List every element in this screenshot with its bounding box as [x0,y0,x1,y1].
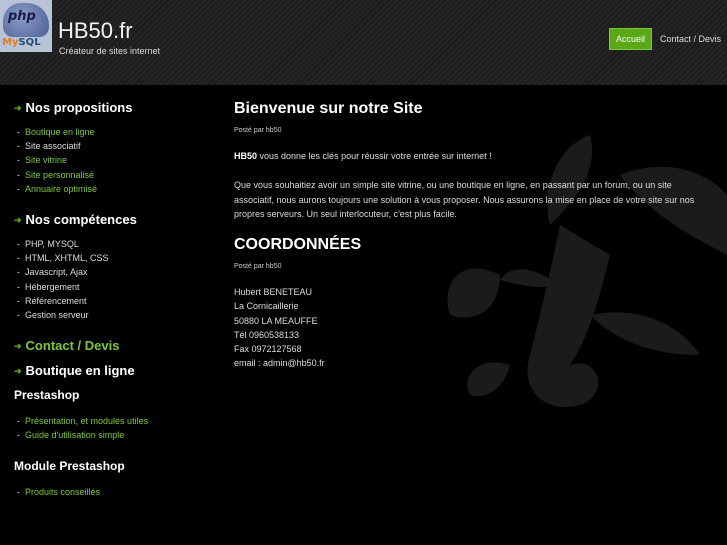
list-item: PHP, MYSQL [14,237,214,251]
competences-list: PHP, MYSQL HTML, XHTML, CSS Javascript, … [14,237,214,322]
list-item: HTML, XHTML, CSS [14,251,214,265]
propositions-list: Boutique en ligne Site associatif Site v… [14,125,214,196]
page-title: Bienvenue sur notre Site [234,100,423,117]
sidebar-item-guide[interactable]: Guide d'utilisation simple [14,428,214,442]
logo-php-text: php [8,9,36,24]
list-item: Référencement [14,294,214,308]
address-line: 50880 LA MEAUFFE [234,315,318,326]
sidebar-item-presentation[interactable]: Présentation, et modules utiles [14,414,214,428]
address-line: Fax 0972127568 [234,344,302,354]
sidebar-item-vitrine[interactable]: Site vitrine [14,153,214,167]
intro-brand: HB50 [234,151,258,161]
nav-accueil[interactable]: Accueil [608,28,652,50]
address-line: La Cornicaillerie [234,301,299,312]
heading-prestashop: Prestashop [14,388,80,403]
heading-competences: Nos compétences [14,212,214,227]
prestashop-list: Présentation, et modules utiles Guide d'… [14,414,214,442]
logo-sql: SQL [18,37,41,48]
logo-my: My [2,37,19,48]
posted-by: Posté par hb50 [234,263,282,271]
heading-propositions: Nos propositions [14,100,214,115]
address-line: email : admin@hb50.fr [234,358,325,369]
address-line: Hubert BENETEAU [234,287,313,298]
sidebar-item-produits[interactable]: Produits conseillés [14,485,214,499]
address-line: Tél 0960538133 [234,329,300,340]
site-tagline: Créateur de sites internet [59,46,161,56]
intro-paragraph: HB50 vous donne les clés pour réussir vo… [234,149,714,163]
posted-by: Posté par hb50 [234,127,282,134]
intro-text: vous donne les clés pour réussir votre e… [257,151,492,161]
logo-mysql-text: MySQL [2,37,41,48]
sidebar-item-personnalise[interactable]: Site personnalisé [14,168,214,182]
module-list: Produits conseillés [14,485,214,499]
sidebar-item-annuaire[interactable]: Annuaire optimisé [14,182,214,196]
list-item: Hébergement [14,280,214,294]
top-nav: Accueil Contact / Devis [608,28,721,50]
heading-module-prestashop: Module Prestashop [14,458,125,473]
list-item: Javascript, Ajax [14,265,214,279]
coordinates-title: COORDONNÉES [234,236,362,254]
body-paragraph: Que vous souhaitiez avoir un simple site… [234,180,695,219]
sidebar-item-associatif[interactable]: Site associatif [14,139,214,153]
sidebar-item-boutique[interactable]: Boutique en ligne [14,125,214,139]
php-mysql-logo[interactable]: php MySQL [0,0,52,52]
main-content: Bienvenue sur notre Site Posté par hb50 … [234,100,714,370]
site-title[interactable]: HB50.fr [58,18,133,44]
sidebar-link-boutique[interactable]: Boutique en ligne [14,363,214,378]
sidebar-link-contact[interactable]: Contact / Devis [14,338,214,353]
sidebar: Nos propositions Boutique en ligne Site … [14,100,214,515]
nav-contact-devis[interactable]: Contact / Devis [660,34,721,44]
address-block: Hubert BENETEAU La Cornicaillerie 50880 … [234,285,714,370]
list-item: Gestion serveur [14,308,214,322]
header: php MySQL HB50.fr Créateur de sites inte… [0,0,727,85]
